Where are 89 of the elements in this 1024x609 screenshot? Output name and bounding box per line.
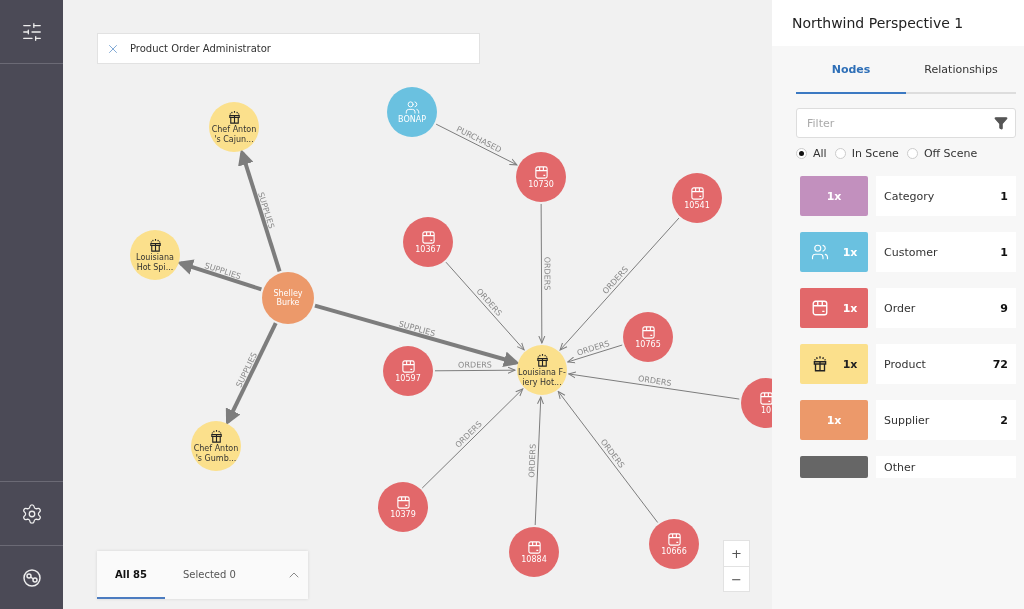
sliders-icon[interactable] <box>20 20 43 43</box>
category-card[interactable]: Category 1 <box>876 176 1016 216</box>
gift-icon <box>208 429 224 445</box>
category-name: Other <box>884 460 917 474</box>
settings-icon[interactable] <box>20 502 43 525</box>
multiplier-label: 1x <box>842 301 858 315</box>
box-icon <box>526 539 542 555</box>
box-icon <box>420 229 436 245</box>
node-label: 10765 <box>635 339 661 350</box>
node-label: 10541 <box>684 200 710 211</box>
node-label: 10597 <box>395 373 421 384</box>
edge-label: ORDERS <box>542 256 552 291</box>
node-label: Shelley Burke <box>273 288 303 308</box>
edge-arrow[interactable] <box>568 371 740 400</box>
multiplier-label: 1x <box>842 245 858 259</box>
node-label: Louisiana F- iery Hot... <box>518 368 566 387</box>
category-name: Category <box>884 189 936 203</box>
people-icon <box>404 99 420 115</box>
gift-icon <box>147 238 163 254</box>
edge-arrow[interactable] <box>225 322 278 426</box>
box-icon <box>533 164 549 180</box>
category-swatch[interactable] <box>800 456 868 478</box>
edge-label: ORDERS <box>637 374 673 388</box>
gift-icon <box>226 110 242 126</box>
product-node[interactable]: Chef Anton 's Cajun... <box>209 102 259 152</box>
scope-radio[interactable]: Off Scene <box>906 147 978 160</box>
product-node[interactable]: Louisiana Hot Spi... <box>130 230 180 280</box>
category-count: 9 <box>1000 301 1008 315</box>
category-count: 1 <box>1000 189 1008 203</box>
product-node[interactable]: Chef Anton 's Gumb... <box>191 421 241 471</box>
people-icon <box>810 243 829 261</box>
edge-arrow[interactable] <box>445 261 525 351</box>
scope-radio[interactable]: In Scene <box>834 147 899 160</box>
node-label: 10 <box>760 405 772 416</box>
category-card[interactable]: Customer 1 <box>876 232 1016 272</box>
filter-field[interactable]: Filter <box>796 108 1016 138</box>
gift-icon <box>534 353 550 369</box>
multiplier-label: 1x <box>842 357 858 371</box>
category-card[interactable]: Product 72 <box>876 344 1016 384</box>
scope-radio[interactable]: All <box>796 147 827 160</box>
results-tab[interactable]: Selected 0 <box>165 551 254 599</box>
edge-arrow[interactable] <box>176 259 262 292</box>
radio-dot[interactable] <box>906 148 918 159</box>
box-icon <box>666 531 682 547</box>
edge-arrow[interactable] <box>435 123 518 166</box>
multiplier-label: 1x <box>826 413 842 427</box>
node-label: BONAP <box>398 114 426 125</box>
node-label: 10730 <box>528 179 554 190</box>
category-name: Customer <box>884 245 939 259</box>
edge-label: ORDERS <box>527 443 538 478</box>
edge-label: ORDERS <box>458 360 492 370</box>
radio-dot[interactable] <box>834 148 846 159</box>
category-card[interactable]: Order 9 <box>876 288 1016 328</box>
box-icon <box>640 324 656 340</box>
node-label: 10666 <box>661 546 687 557</box>
category-count: 2 <box>1000 413 1008 427</box>
search-field[interactable]: Product Order Administrator <box>97 33 480 64</box>
product-node[interactable]: Louisiana F- iery Hot... <box>517 345 567 395</box>
box-icon <box>810 299 829 317</box>
box-icon <box>395 494 411 510</box>
edge-arrow[interactable] <box>421 388 524 489</box>
panel-tab[interactable]: Nodes <box>796 46 906 94</box>
node-label: 10884 <box>521 554 547 565</box>
node-label: Louisiana Hot Spi... <box>136 253 174 272</box>
category-name: Supplier <box>884 413 931 427</box>
category-swatch[interactable]: 1x <box>800 344 868 384</box>
panel-tab[interactable]: Relationships <box>906 46 1016 94</box>
category-name: Order <box>884 301 917 315</box>
node-label: Chef Anton 's Cajun... <box>211 125 257 144</box>
category-card[interactable]: Supplier 2 <box>876 400 1016 440</box>
category-count: 72 <box>992 357 1008 371</box>
multiplier-label: 1x <box>826 189 842 203</box>
search-value: Product Order Administrator <box>130 43 271 54</box>
node-label: Chef Anton 's Gumb... <box>193 444 239 463</box>
node-label: 10367 <box>415 244 441 255</box>
category-card[interactable]: Other <box>876 456 1016 478</box>
results-tab[interactable]: All 85 <box>97 551 165 599</box>
box-icon <box>689 185 705 201</box>
edge-arrow[interactable] <box>538 203 546 344</box>
edge-arrow[interactable] <box>534 396 544 526</box>
box-icon <box>400 358 416 374</box>
edge-arrow[interactable] <box>434 366 516 374</box>
radio-dot[interactable] <box>796 148 807 159</box>
node-label: 10379 <box>390 509 416 520</box>
panel-title: Northwind Perspective 1 <box>792 15 964 31</box>
filter-icon[interactable] <box>994 116 1008 130</box>
category-count: 1 <box>1000 245 1008 259</box>
logo-icon[interactable] <box>20 566 43 589</box>
category-name: Product <box>884 357 927 371</box>
